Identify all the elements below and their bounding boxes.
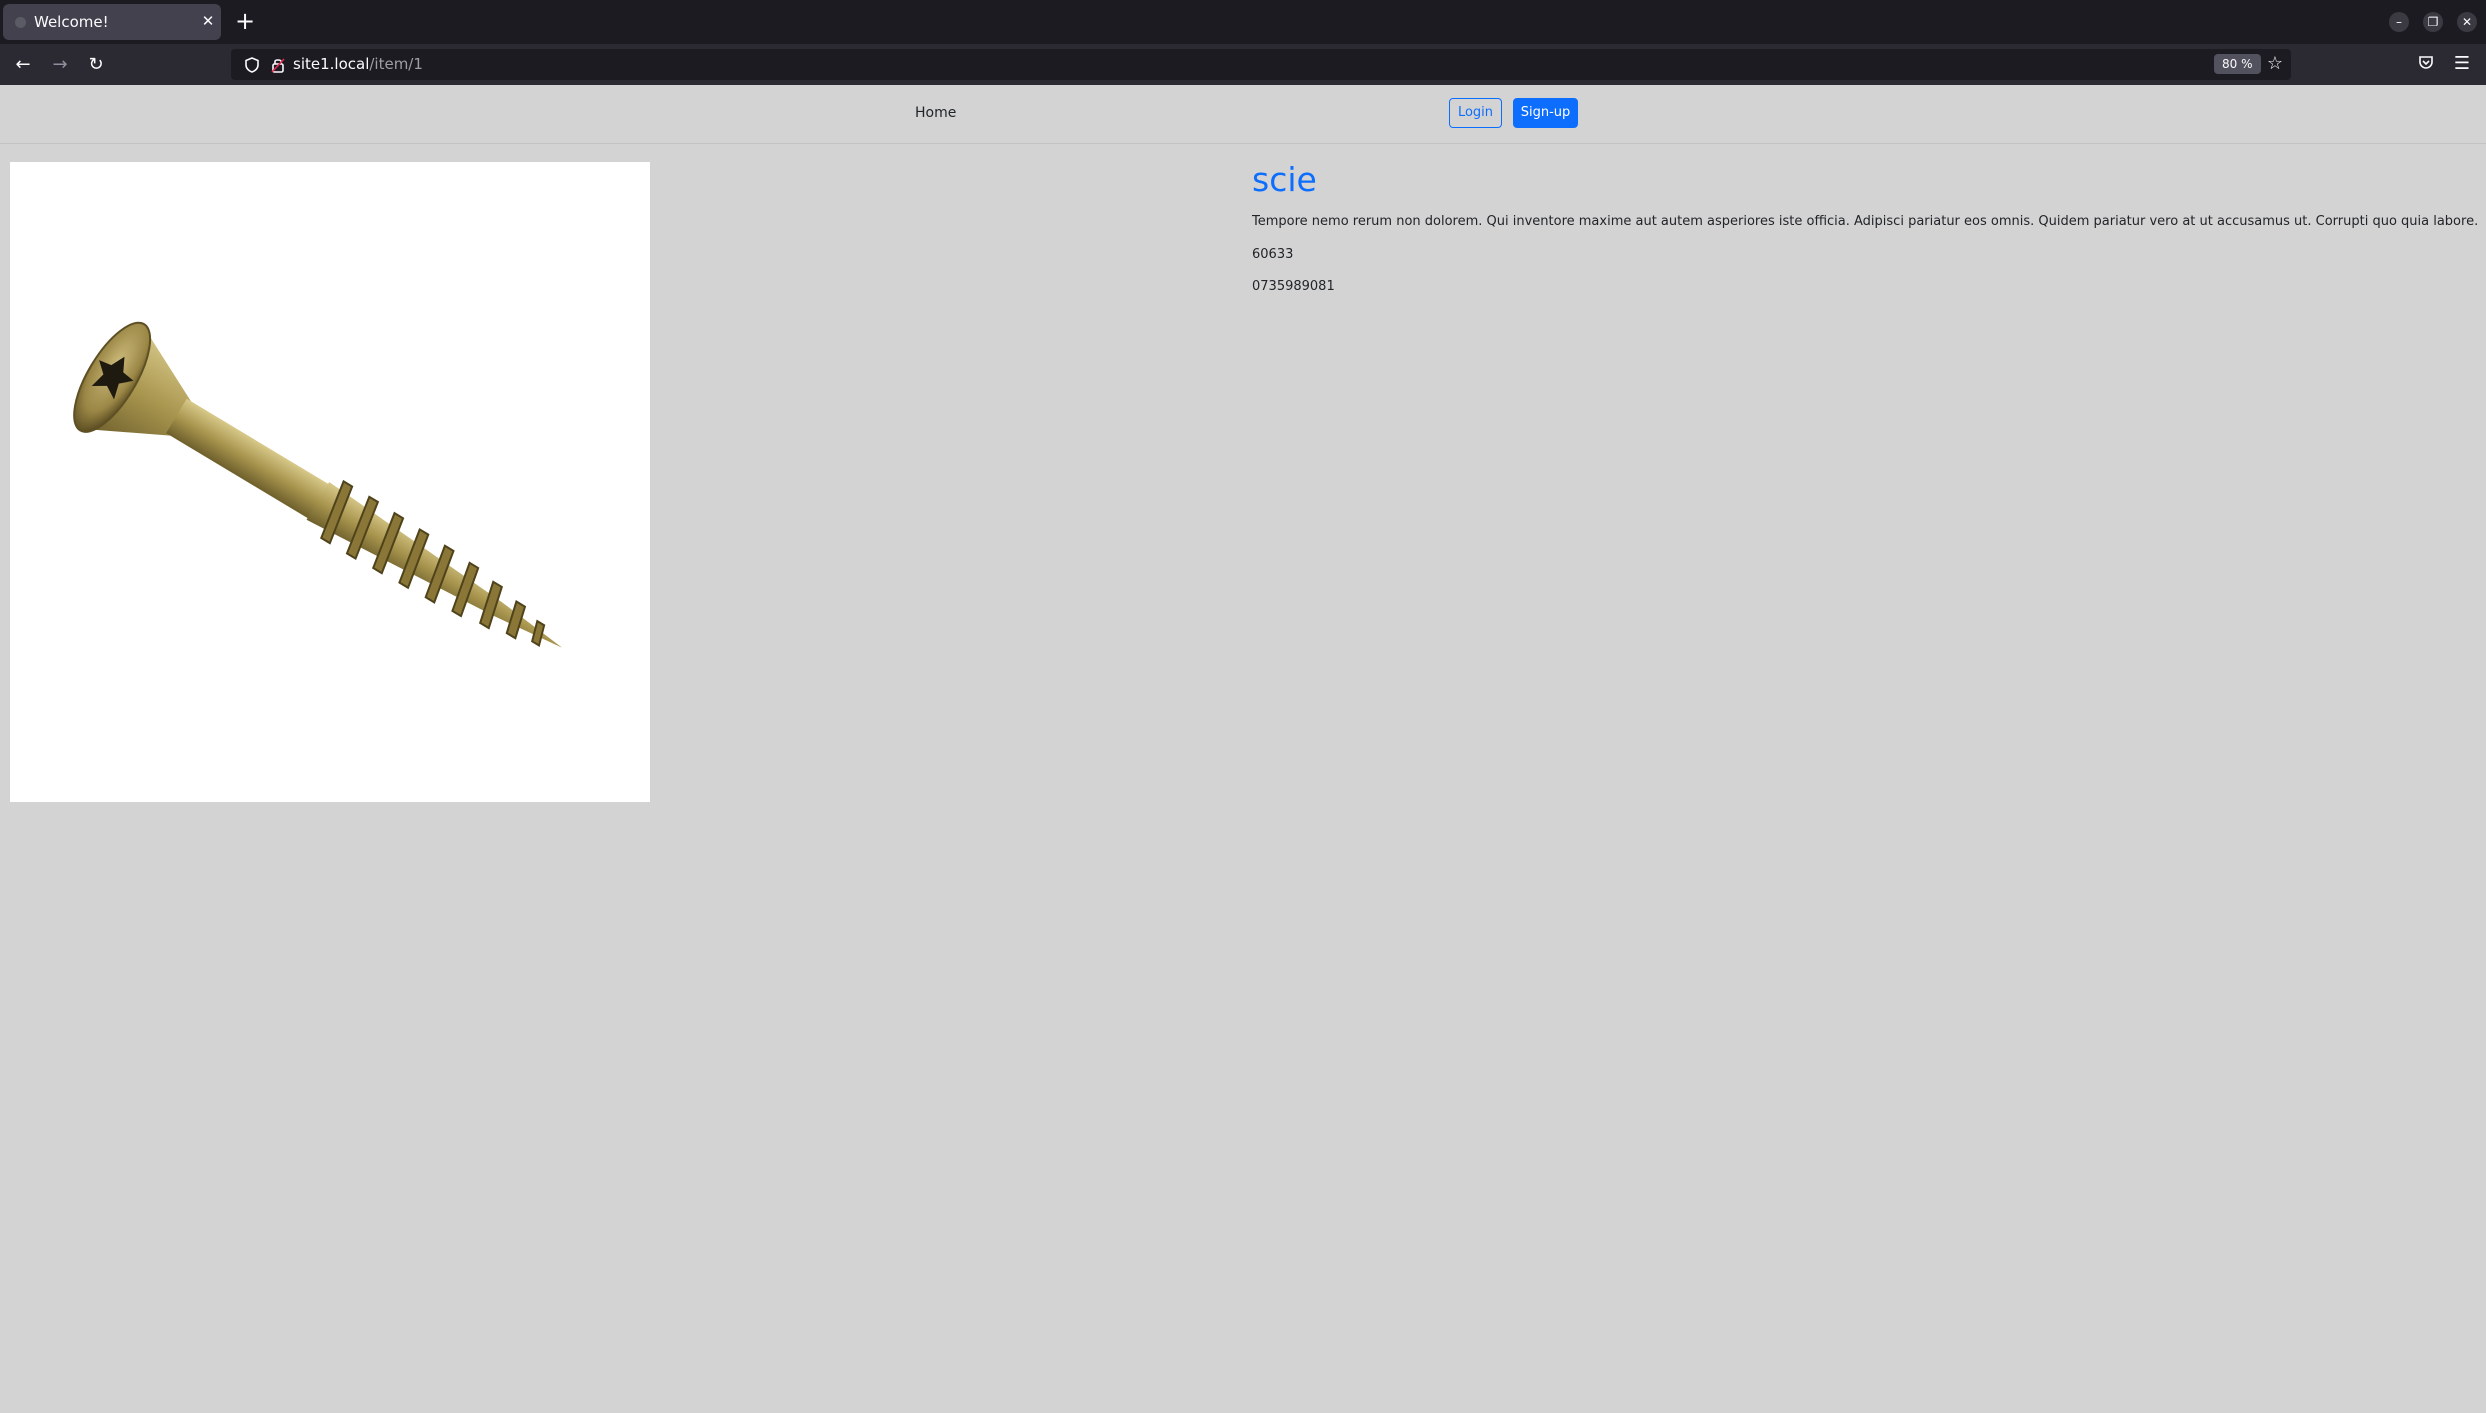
product-phone: 0735989081	[1252, 279, 1335, 294]
reload-icon[interactable]: ↻	[84, 53, 108, 77]
address-bar[interactable]: site1.local/item/1 80 % ☆	[231, 49, 2291, 80]
back-icon[interactable]: ←	[11, 53, 35, 77]
close-tab-icon[interactable]: ✕	[198, 11, 218, 31]
browser-tab-bar: Welcome! ✕ + – ❐ ✕	[0, 0, 2486, 44]
minimize-icon[interactable]: –	[2389, 12, 2409, 32]
forward-icon[interactable]: →	[48, 53, 72, 77]
product-description: Tempore nemo rerum non dolorem. Qui inve…	[1252, 214, 2479, 229]
site-header: Home Login Sign-up	[0, 85, 2486, 144]
login-button[interactable]: Login	[1449, 98, 1502, 128]
screw-icon	[73, 321, 563, 648]
tab-title: Welcome!	[34, 13, 109, 31]
product-code: 60633	[1252, 247, 1294, 262]
zoom-level[interactable]: 80 %	[2214, 54, 2261, 74]
favicon-icon	[15, 17, 26, 28]
restore-icon[interactable]: ❐	[2423, 12, 2443, 32]
product-image	[10, 162, 650, 802]
url-text[interactable]: site1.local/item/1	[293, 55, 423, 73]
signup-button[interactable]: Sign-up	[1513, 98, 1578, 128]
lock-icon[interactable]	[269, 56, 287, 74]
browser-tab[interactable]: Welcome! ✕	[3, 4, 221, 40]
new-tab-icon[interactable]: +	[234, 9, 256, 33]
pocket-icon[interactable]	[2414, 53, 2438, 77]
url-host: site1.local	[293, 55, 370, 73]
url-path: /item/1	[369, 55, 423, 73]
product-title: scie	[1252, 160, 1317, 199]
shield-icon[interactable]	[243, 56, 261, 74]
home-link[interactable]: Home	[915, 105, 956, 121]
bookmark-star-icon[interactable]: ☆	[2265, 54, 2285, 74]
menu-icon[interactable]: ☰	[2450, 52, 2474, 76]
close-window-icon[interactable]: ✕	[2457, 12, 2477, 32]
